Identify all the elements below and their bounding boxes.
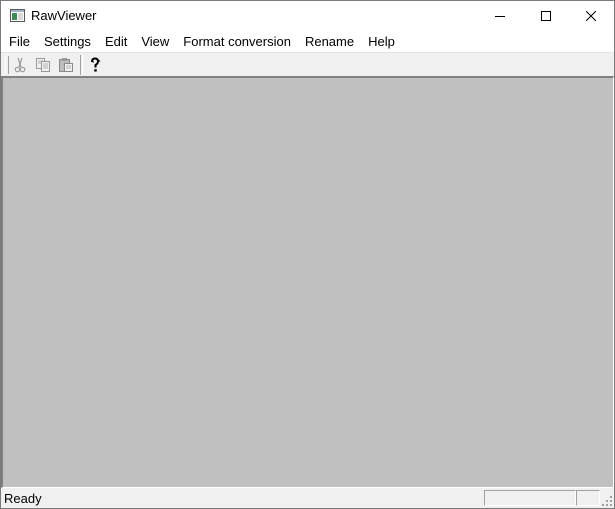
menu-format-conversion[interactable]: Format conversion: [176, 31, 298, 52]
maximize-icon: [541, 11, 551, 21]
status-pane: [484, 490, 576, 506]
toolbar-grip[interactable]: [5, 56, 9, 74]
copy-icon: [36, 58, 50, 72]
app-window: RawViewer File Settings Edit View Format…: [0, 0, 615, 509]
close-icon: [586, 11, 596, 21]
copy-button[interactable]: [33, 55, 53, 75]
menu-bar: File Settings Edit View Format conversio…: [1, 31, 614, 52]
minimize-button[interactable]: [477, 1, 523, 31]
cut-button[interactable]: [10, 55, 30, 75]
help-button[interactable]: [85, 55, 105, 75]
maximize-button[interactable]: [523, 1, 569, 31]
app-icon: [10, 9, 25, 22]
help-icon: [91, 57, 101, 72]
toolbar: [1, 52, 614, 77]
status-pane: [576, 490, 600, 506]
minimize-icon: [495, 16, 505, 17]
menu-help[interactable]: Help: [361, 31, 402, 52]
status-bar: Ready: [1, 488, 614, 508]
toolbar-separator: [80, 55, 83, 75]
menu-file[interactable]: File: [2, 31, 37, 52]
document-area[interactable]: [1, 76, 614, 488]
cut-icon: [14, 57, 26, 73]
close-button[interactable]: [568, 1, 614, 31]
window-title: RawViewer: [31, 8, 97, 23]
resize-grip-icon[interactable]: [601, 495, 613, 507]
menu-edit[interactable]: Edit: [98, 31, 134, 52]
menu-settings[interactable]: Settings: [37, 31, 98, 52]
status-text: Ready: [4, 491, 42, 506]
menu-rename[interactable]: Rename: [298, 31, 361, 52]
paste-icon: [59, 58, 73, 72]
menu-view[interactable]: View: [134, 31, 176, 52]
paste-button[interactable]: [56, 55, 76, 75]
title-bar[interactable]: RawViewer: [1, 1, 614, 31]
